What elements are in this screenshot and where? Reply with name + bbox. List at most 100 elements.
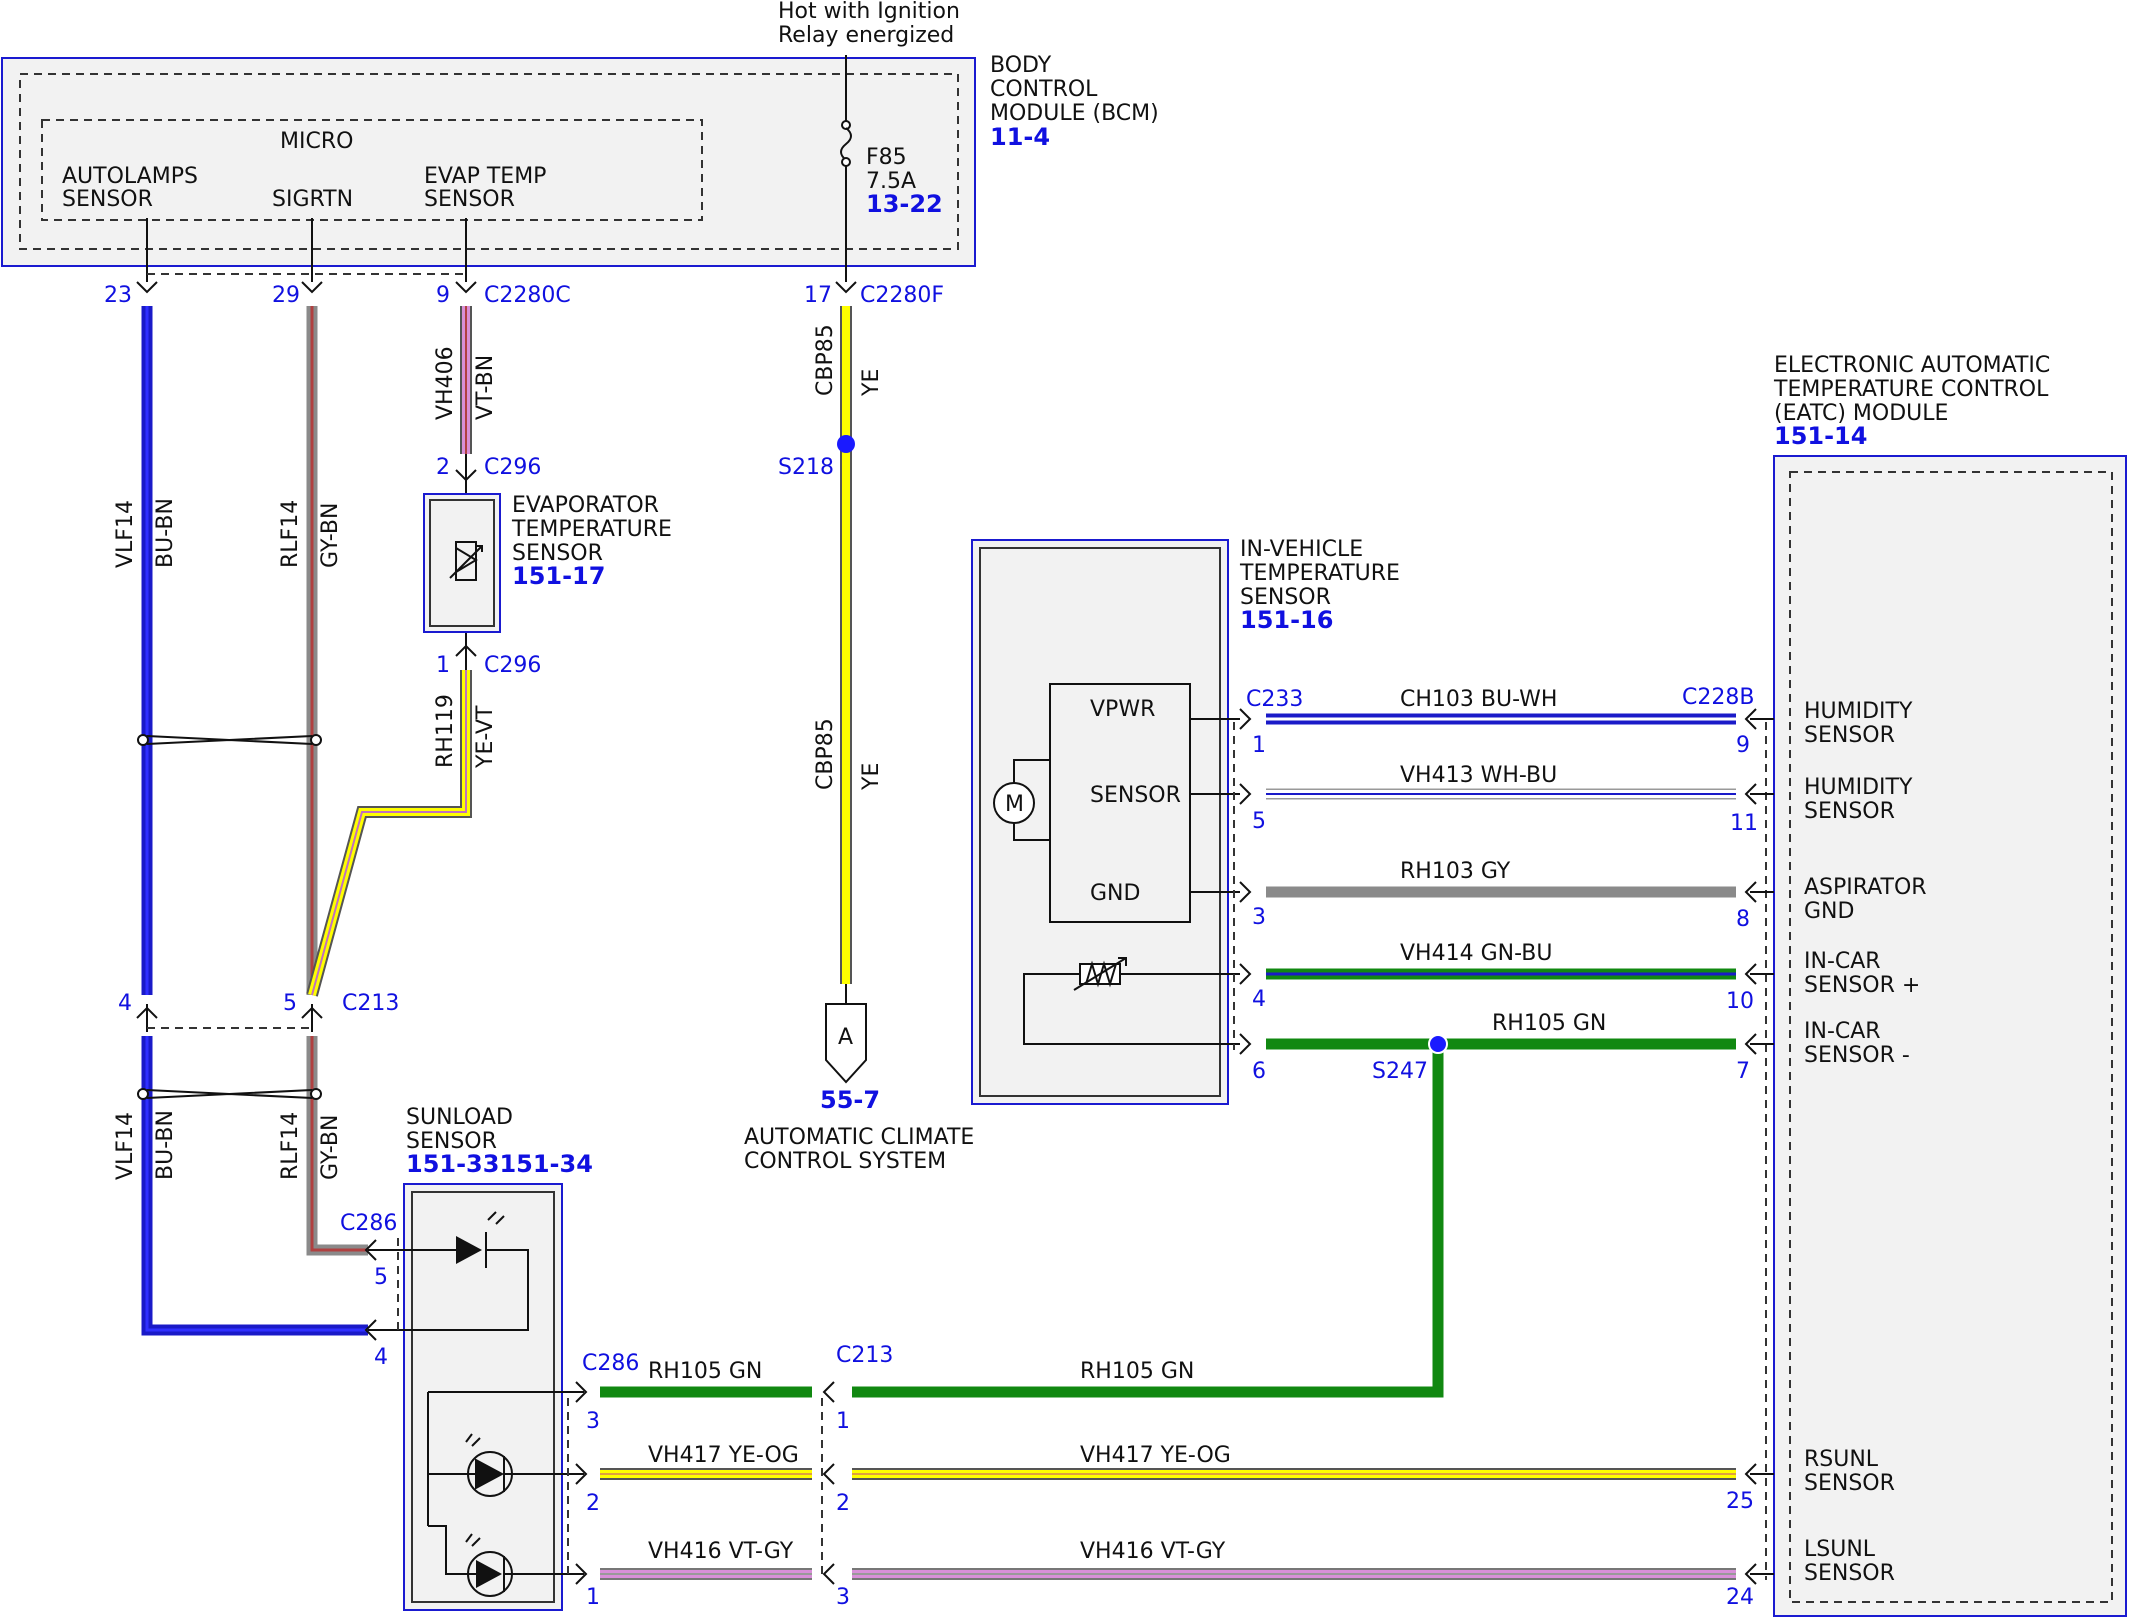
c286-pin-5: 5 [374, 1265, 388, 1290]
c213-pin-5: 5 [283, 991, 297, 1016]
power-label: Hot with Ignition [778, 0, 960, 24]
twist-symbol-upper [137, 734, 322, 746]
c228b-pin-9: 9 [1736, 733, 1750, 758]
invehicle-vpwr-label: VPWR [1090, 697, 1155, 722]
wire-rh105-long-label: RH105 GN [1080, 1359, 1194, 1384]
wire-vh414-label: VH414 GN-BU [1400, 941, 1552, 966]
wiring-diagram: MICRO AUTOLAMPS SENSOR SIGRTN EVAP TEMP … [1, 0, 2127, 1617]
bcm-title-2: CONTROL [990, 77, 1098, 102]
wire-cbp85-label-upper: CBP85 [813, 324, 838, 396]
c228b-pin-8: 8 [1736, 907, 1750, 932]
c213-pin-1: 1 [836, 1409, 850, 1434]
sunload-ref-link[interactable]: 151-33151-34 [406, 1150, 593, 1178]
wire-vh406-label: VH406 [433, 346, 458, 420]
c286-pin-2: 2 [586, 1491, 600, 1516]
connector-c228b-label: C228B [1682, 685, 1754, 710]
wire-vh416-long-label: VH416 VT-GY [1080, 1539, 1226, 1564]
invehicle-ref-link[interactable]: 151-16 [1240, 606, 1333, 634]
wire-gy-bn-label: GY-BN [318, 503, 343, 568]
wire-vlf14-label: VLF14 [113, 500, 138, 568]
wire-rh105-label: RH105 GN [1492, 1011, 1606, 1036]
bcm-evap-label-2: SENSOR [424, 187, 515, 212]
wire-ye-vt-label: YE-VT [473, 705, 498, 769]
c228b-pin-10: 10 [1726, 989, 1754, 1014]
wire-rlf14-label-lower: RLF14 [278, 1112, 303, 1180]
acc-reference: A 55-7 AUTOMATIC CLIMATE CONTROL SYSTEM [744, 984, 974, 1174]
eatc-humidity-2b: SENSOR [1804, 799, 1895, 824]
splice-s218-label: S218 [778, 455, 834, 480]
evaporator-sensor: EVAPORATOR TEMPERATURE SENSOR 151-17 [423, 493, 672, 633]
motor-label: M [1005, 792, 1024, 817]
fuse-name: F85 [866, 145, 907, 170]
eatc-title: ELECTRONIC AUTOMATIC [1774, 353, 2050, 378]
bcm-module: MICRO AUTOLAMPS SENSOR SIGRTN EVAP TEMP … [1, 53, 1159, 267]
connector-c286-top-label: C286 [340, 1211, 397, 1236]
connector-c213-right-label: C213 [836, 1343, 893, 1368]
c228b-pin-25: 25 [1726, 1489, 1754, 1514]
fuse-ref-link[interactable]: 13-22 [866, 190, 943, 218]
c286-pin-4: 4 [374, 1345, 388, 1370]
bcm-autolamps-label: AUTOLAMPS [62, 164, 198, 189]
c233-pin-4: 4 [1252, 987, 1266, 1012]
acc-letter: A [838, 1025, 853, 1050]
connector-c296-bottom-label: C296 [484, 653, 541, 678]
wire-cbp85-label-lower: CBP85 [813, 718, 838, 790]
invehicle-title-2: TEMPERATURE [1239, 561, 1400, 586]
connector-c2280c-label: C2280C [484, 283, 571, 308]
eatc-rsunl-b: SENSOR [1804, 1471, 1895, 1496]
wire-vh417-long-label: VH417 YE-OG [1080, 1443, 1231, 1468]
eatc-incar-plus: IN-CAR [1804, 949, 1881, 974]
evap-sensor-title: EVAPORATOR [512, 493, 659, 518]
connector-c296-top-label: C296 [484, 455, 541, 480]
bcm-autolamps-label-2: SENSOR [62, 187, 153, 212]
wire-vh416-short-label: VH416 VT-GY [648, 1539, 794, 1564]
connector-c2280c: 23 29 9 C2280C [104, 273, 571, 308]
bcm-sigrtn-label: SIGRTN [272, 187, 353, 212]
wire-rh103-label: RH103 GY [1400, 859, 1511, 884]
eatc-incar-minus-b: SENSOR - [1804, 1043, 1910, 1068]
power-label-2: Relay energized [778, 23, 954, 48]
evap-sensor-ref-link[interactable]: 151-17 [512, 562, 605, 590]
pin-29: 29 [272, 283, 300, 308]
pin-23: 23 [104, 283, 132, 308]
c213-pin-4: 4 [118, 991, 132, 1016]
connector-c286-right-label: C286 [582, 1351, 639, 1376]
wire-gy-bn-label-lower: GY-BN [318, 1115, 343, 1180]
sunload-sensor: SUNLOAD SENSOR 151-33151-34 [368, 1105, 593, 1611]
eatc-humidity-1: HUMIDITY [1804, 699, 1913, 724]
eatc-humidity-2: HUMIDITY [1804, 775, 1913, 800]
pin-17: 17 [804, 283, 832, 308]
wire-bu-bn-label-lower: BU-BN [153, 1110, 178, 1180]
eatc-humidity-1b: SENSOR [1804, 723, 1895, 748]
acc-ref-link[interactable]: 55-7 [820, 1086, 880, 1114]
connector-c213-left: 4 5 C213 [118, 991, 399, 1032]
wire-ch103-label: CH103 BU-WH [1400, 687, 1557, 712]
wire-vh413-label: VH413 WH-BU [1400, 763, 1557, 788]
evap-sensor-title-2: TEMPERATURE [511, 517, 672, 542]
connector-c233-label: C233 [1246, 687, 1303, 712]
wire-vh413: VH413 WH-BU [1266, 763, 1736, 800]
bcm-ref-link[interactable]: 11-4 [990, 123, 1050, 151]
eatc-lsunl: LSUNL [1804, 1537, 1876, 1562]
eatc-ref-link[interactable]: 151-14 [1774, 422, 1867, 450]
connector-c233: C233 1 5 3 4 6 [1233, 687, 1303, 1084]
eatc-incar-plus-b: SENSOR + [1804, 973, 1920, 998]
acc-title-2: CONTROL SYSTEM [744, 1149, 946, 1174]
invehicle-gnd-label: GND [1090, 881, 1140, 906]
c228b-pin-11: 11 [1730, 811, 1758, 836]
wire-rh105-short-label: RH105 GN [648, 1359, 762, 1384]
wire-vh416: VH416 VT-GY VH416 VT-GY [600, 1539, 1736, 1580]
c213-pin-2: 2 [836, 1491, 850, 1516]
acc-title: AUTOMATIC CLIMATE [744, 1125, 974, 1150]
splice-s247-label: S247 [1372, 1059, 1428, 1084]
eatc-lsunl-b: SENSOR [1804, 1561, 1895, 1586]
connector-c2280f-label: C2280F [860, 283, 944, 308]
eatc-rsunl: RSUNL [1804, 1447, 1879, 1472]
wire-rh119-label: RH119 [433, 694, 458, 768]
wire-ye-label-upper: YE [859, 369, 884, 397]
bcm-title: BODY [990, 53, 1052, 78]
invehicle-title: IN-VEHICLE [1240, 537, 1363, 562]
c233-pin-1: 1 [1252, 733, 1266, 758]
twist-symbol-lower [137, 1088, 322, 1100]
eatc-title-2: TEMPERATURE CONTROL [1773, 377, 2049, 402]
